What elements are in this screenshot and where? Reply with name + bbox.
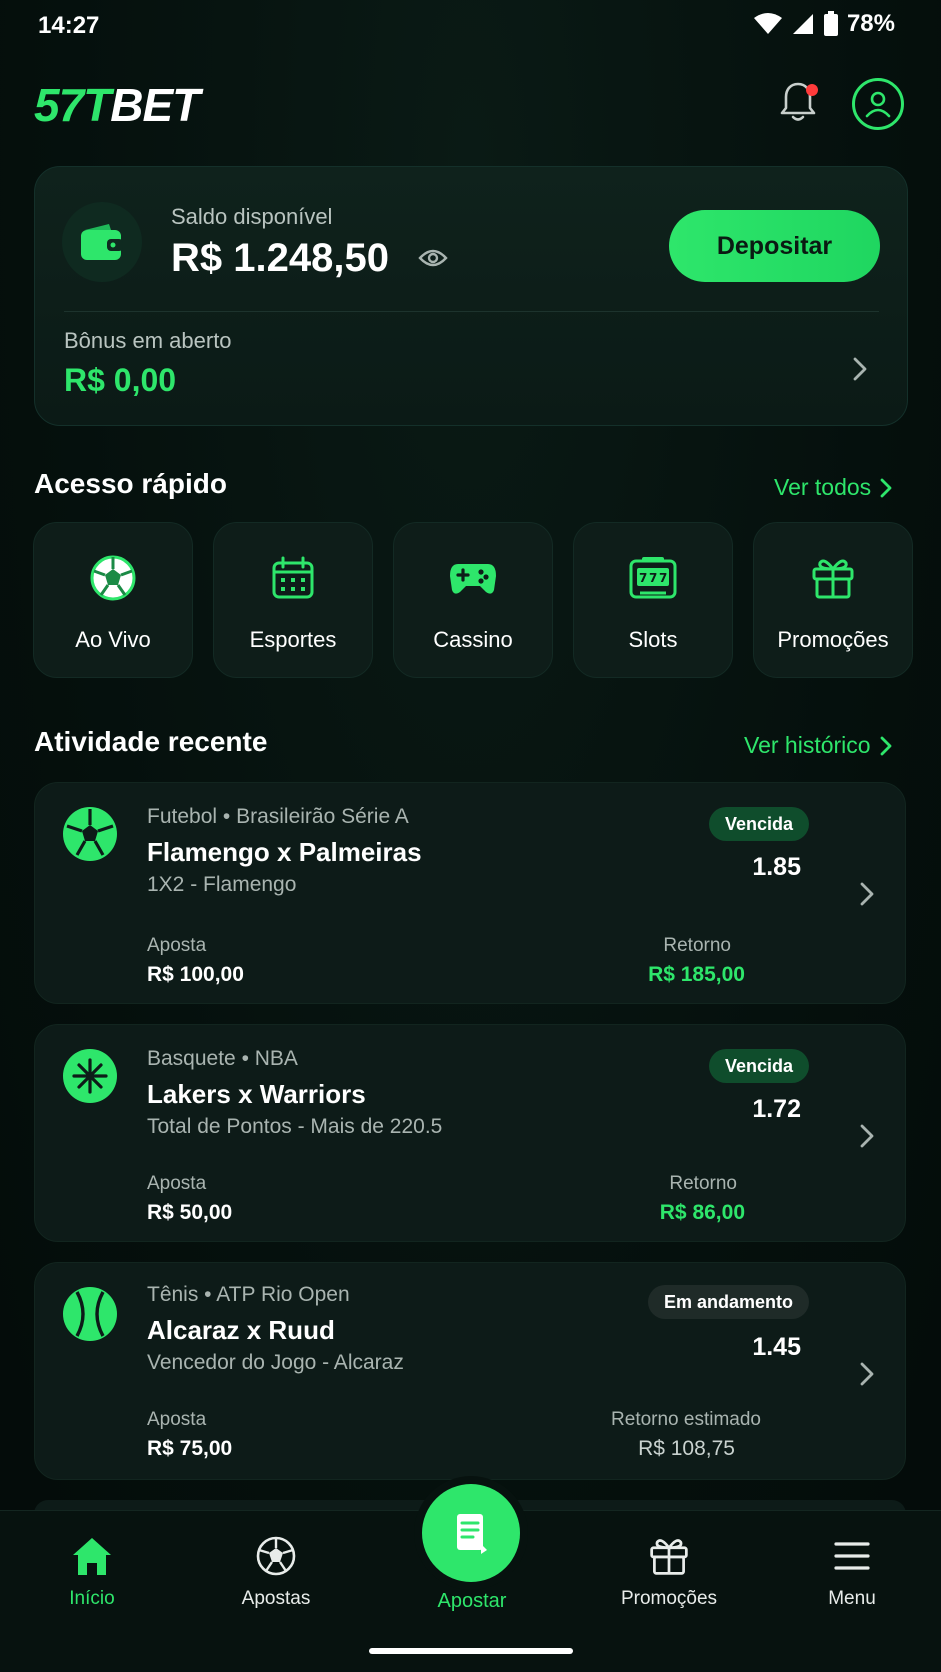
calendar-icon [268,553,318,603]
wallet-icon-badge [62,202,142,282]
status-time: 14:27 [38,12,100,39]
tennis-ball-icon [63,1287,117,1341]
nav-promotions[interactable]: Promoções [599,1532,739,1610]
bonus-value: R$ 0,00 [64,362,177,398]
nav-bets[interactable]: Apostas [206,1532,346,1610]
stake-label: Aposta [147,1409,207,1430]
svg-text:7: 7 [659,571,667,585]
chevron-right-icon [860,1362,874,1386]
signal-icon [792,14,813,34]
svg-text:7: 7 [649,571,657,585]
stake-label: Aposta [147,1173,207,1194]
bet-meta: Basquete • NBA [147,1047,298,1070]
status-badge: Vencida [708,807,809,841]
see-all-link[interactable]: Ver todos [774,474,893,501]
bet-title: Alcaraz x Ruud [147,1315,335,1345]
place-bet-button[interactable] [422,1484,520,1582]
status-badge: Em andamento [647,1285,809,1319]
stake-value: R$ 100,00 [147,963,244,986]
stake-value: R$ 75,00 [147,1437,233,1460]
status-badge: Vencida [708,1049,809,1083]
return-label: Retorno estimado [611,1409,761,1430]
bet-card[interactable]: Tênis • ATP Rio Open Alcaraz x Ruud Venc… [34,1262,906,1480]
bet-odds: 1.85 [752,853,801,881]
chevron-right-icon [860,882,874,906]
bet-title: Lakers x Warriors [147,1079,366,1109]
soccer-ball-icon [206,1532,346,1580]
quick-access-sports[interactable]: Esportes [213,522,373,678]
quick-access-label: Ao Vivo [75,627,151,652]
quick-access-title: Acesso rápido [34,468,227,499]
quick-access-casino[interactable]: Cassino [393,522,553,678]
chevron-right-icon [880,736,891,755]
chevron-right-icon [880,478,892,497]
gamepad-icon [448,553,498,603]
bet-market: 1X2 - Flamengo [147,873,297,896]
stake-label: Aposta [147,935,207,956]
bet-market: Vencedor do Jogo - Alcaraz [147,1351,404,1374]
return-label: Retorno [663,935,731,956]
quick-access-promotions[interactable]: Promoções [753,522,913,678]
quick-access-label: Cassino [433,627,513,652]
bet-meta: Tênis • ATP Rio Open [147,1283,350,1306]
app-logo[interactable]: 57TBET [34,78,200,132]
bet-card[interactable]: Futebol • Brasileirão Série A Flamengo x… [34,782,906,1004]
status-icons: 78% [753,10,895,38]
soccer-ball-icon [88,553,138,603]
soccer-ball-icon [63,807,117,861]
deposit-button[interactable]: Depositar [669,210,880,282]
nav-menu[interactable]: Menu [782,1532,922,1610]
eye-icon[interactable] [418,248,448,268]
quick-access-label: Slots [628,627,678,652]
quick-access-live[interactable]: Ao Vivo [33,522,193,678]
return-value: R$ 108,75 [638,1437,735,1460]
home-indicator[interactable] [369,1648,573,1654]
home-icon [22,1532,162,1580]
notification-dot [806,84,818,96]
bet-card[interactable]: Basquete • NBA Lakers x Warriors Total d… [34,1024,906,1242]
return-value: R$ 86,00 [659,1201,745,1224]
balance-label: Saldo disponível [171,204,333,229]
profile-avatar-button[interactable] [852,78,904,130]
stake-value: R$ 50,00 [147,1201,233,1224]
gift-icon [599,1532,739,1580]
basketball-icon [63,1049,117,1103]
divider [64,311,879,312]
balance-value: R$ 1.248,50 [171,236,389,280]
wallet-icon [81,224,123,260]
betslip-icon [457,1514,487,1554]
bet-odds: 1.72 [752,1095,801,1123]
chevron-right-icon[interactable] [852,356,868,382]
bet-market: Total de Pontos - Mais de 220.5 [147,1115,443,1138]
slot-machine-icon: 777 [628,553,678,603]
battery-percent: 78% [846,10,895,37]
bet-odds: 1.45 [752,1333,801,1361]
hamburger-menu-icon [782,1532,922,1580]
chevron-right-icon [860,1124,874,1148]
quick-access-slots[interactable]: 777 Slots [573,522,733,678]
quick-access-label: Esportes [249,627,337,652]
recent-activity-title: Atividade recente [34,726,268,757]
quick-access-label: Promoções [777,627,889,652]
wifi-icon [753,13,782,34]
nav-home[interactable]: Início [22,1532,162,1610]
return-value: R$ 185,00 [648,963,745,986]
svg-text:7: 7 [639,571,647,585]
gift-icon [808,553,858,603]
bonus-label: Bônus em aberto [64,328,232,353]
user-icon [865,91,891,118]
bet-meta: Futebol • Brasileirão Série A [147,805,409,828]
return-label: Retorno [669,1173,737,1194]
bet-title: Flamengo x Palmeiras [147,837,422,867]
battery-icon [823,11,838,36]
place-bet-label: Apostar [437,1590,507,1612]
view-history-link[interactable]: Ver histórico [744,732,893,759]
